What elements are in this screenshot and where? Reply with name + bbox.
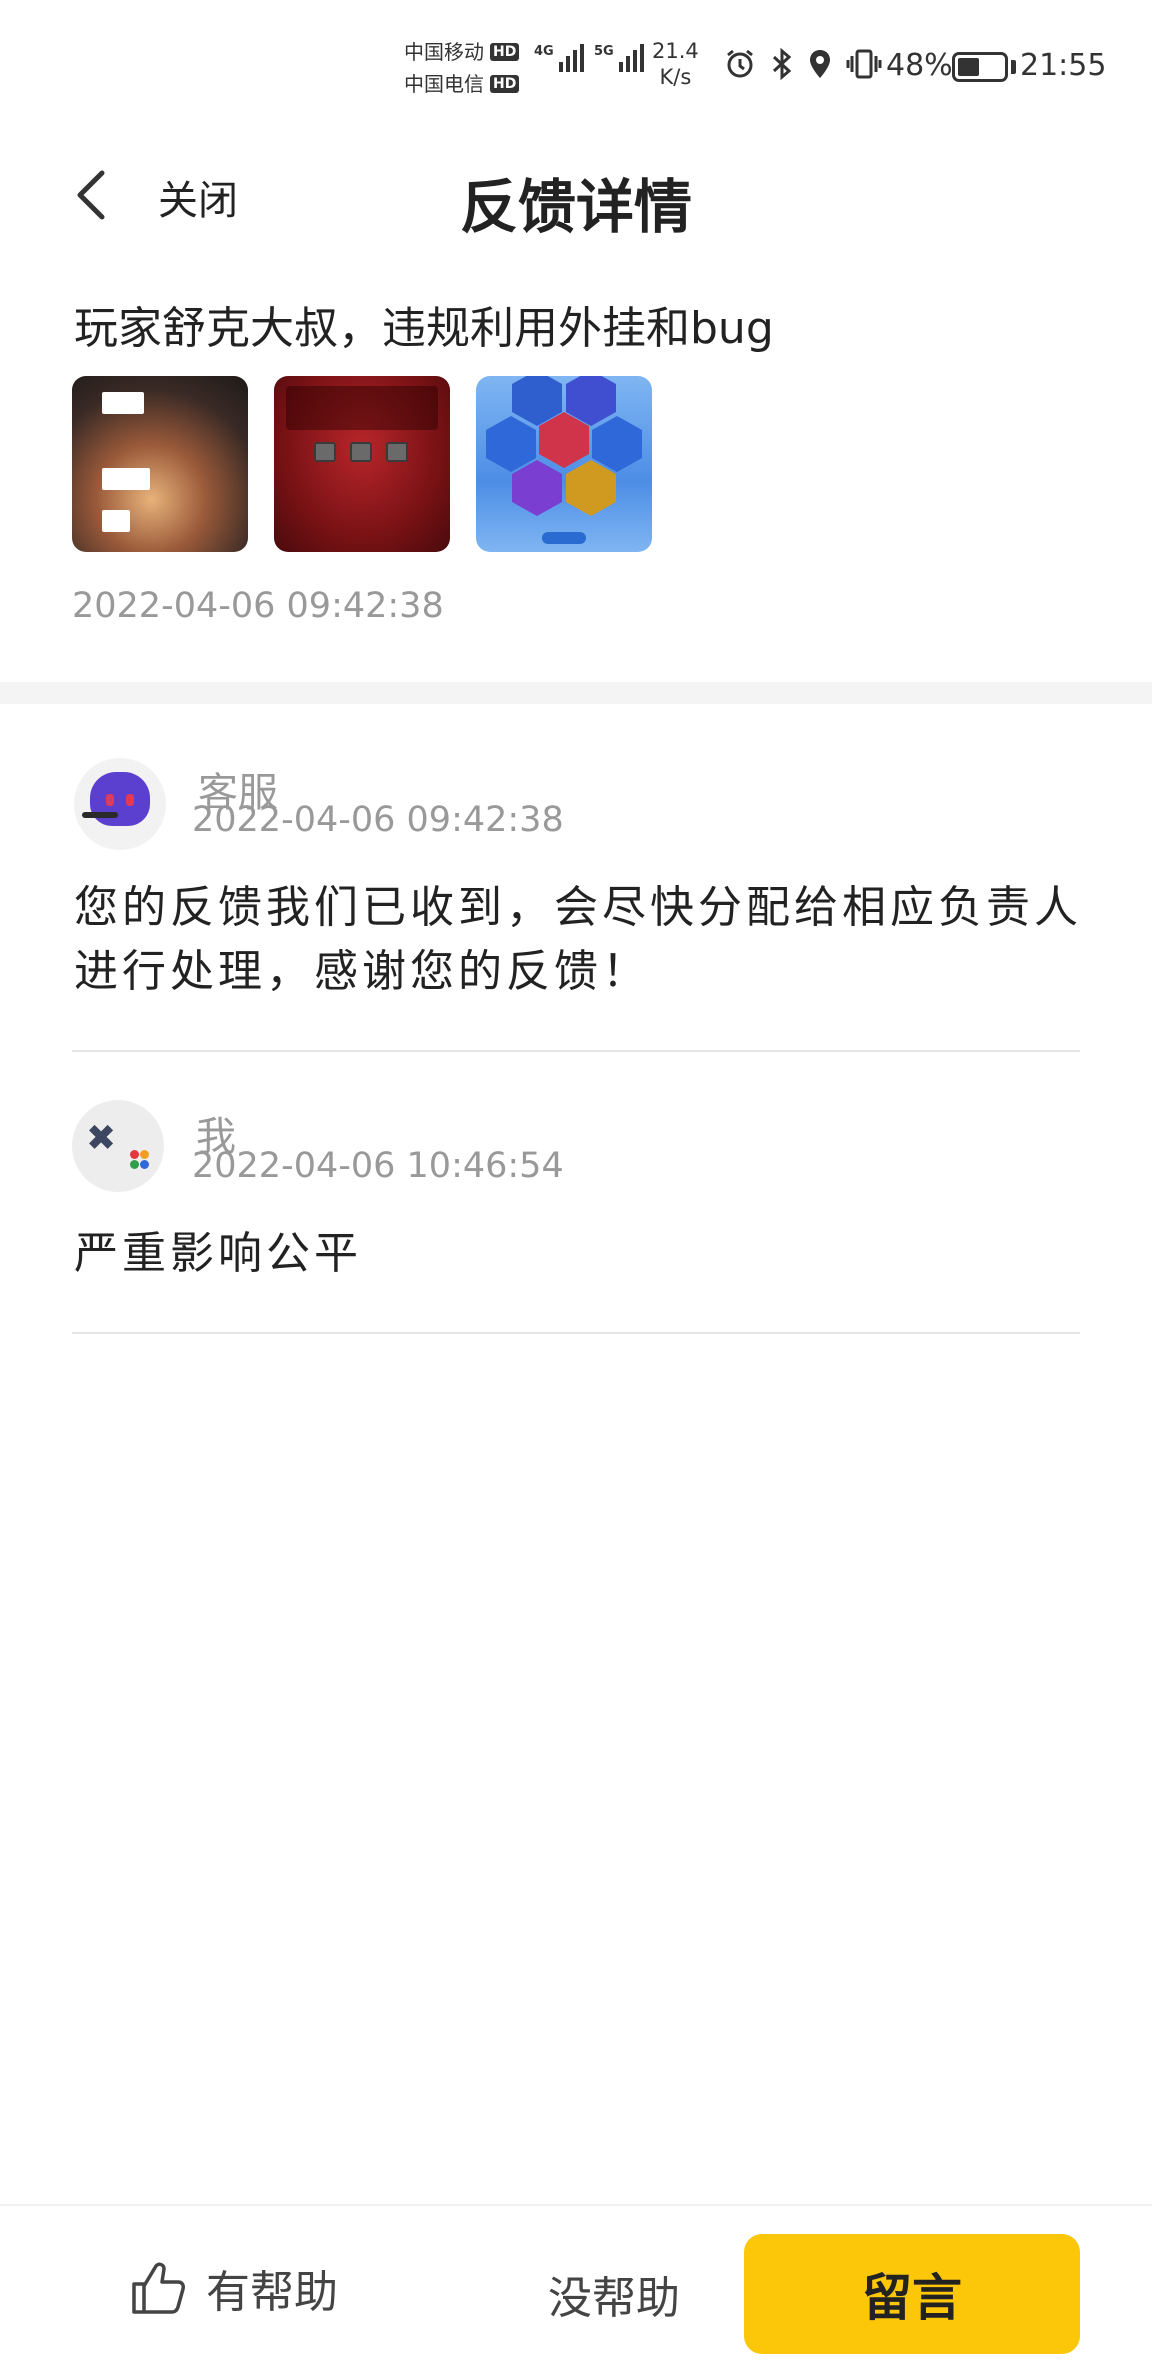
message-time: 2022-04-06 09:42:38 xyxy=(192,800,564,840)
carrier-2: 中国电信 xyxy=(404,72,484,96)
alarm-icon xyxy=(727,49,753,78)
message-body: 严重影响公平 xyxy=(74,1228,362,1279)
speed-value: 21.4 xyxy=(652,39,699,63)
comment-button[interactable]: 留言 xyxy=(744,2234,1080,2354)
battery-icon xyxy=(952,52,1008,82)
section-divider xyxy=(0,682,1152,704)
hd-badge: HD xyxy=(490,43,520,61)
thumbnail-image-1[interactable] xyxy=(72,376,248,552)
clock: 21:55 xyxy=(1020,48,1107,83)
speed-unit: K/s xyxy=(659,65,692,89)
battery-tip xyxy=(1011,60,1016,74)
carrier-info: 中国移动 HD 中国电信 HD xyxy=(404,36,520,100)
location-icon xyxy=(810,50,830,78)
divider xyxy=(72,1332,1080,1334)
header: 关闭 反馈详情 xyxy=(0,130,1152,260)
helpful-label: 有帮助 xyxy=(206,2267,338,2318)
thumbnail-list xyxy=(72,376,652,552)
thumbnail-image-3[interactable] xyxy=(476,376,652,552)
battery-percent: 48% xyxy=(886,48,953,83)
vibrate-icon xyxy=(846,49,882,79)
status-bar: 中国移动 HD 中国电信 HD 4G 5G 21.4 K/s 48% 21:55 xyxy=(0,0,1152,130)
bottom-bar: 有帮助 没帮助 留言 xyxy=(0,2204,1152,2376)
gamepad-icon: ✖ xyxy=(86,1118,117,1159)
network-type-2: 5G xyxy=(594,44,614,59)
helpful-button[interactable]: 有帮助 xyxy=(128,2256,338,2320)
message-body: 您的反馈我们已收到，会尽快分配给相应负责人进行处理，感谢您的反馈！ xyxy=(74,882,1082,997)
feedback-timestamp: 2022-04-06 09:42:38 xyxy=(72,586,444,626)
page-title: 反馈详情 xyxy=(459,173,692,241)
network-type-1: 4G xyxy=(534,44,554,59)
thumbnail-image-2[interactable] xyxy=(274,376,450,552)
headset-icon xyxy=(82,812,118,818)
signal-icon: 4G xyxy=(534,44,584,72)
carrier-1: 中国移动 xyxy=(404,40,484,64)
divider xyxy=(72,1050,1080,1052)
thumbs-up-icon xyxy=(132,2262,185,2314)
feedback-text: 玩家舒克大叔，违规利用外挂和bug xyxy=(74,303,774,354)
battery-fill xyxy=(958,58,980,76)
signal-icon: 5G xyxy=(594,44,644,72)
message-time: 2022-04-06 10:46:54 xyxy=(192,1146,564,1186)
avatar xyxy=(74,758,166,850)
status-icons xyxy=(724,48,882,80)
bluetooth-icon xyxy=(772,48,792,80)
unhelpful-button[interactable]: 没帮助 xyxy=(548,2262,680,2326)
network-speed: 21.4 K/s xyxy=(652,38,699,90)
avatar: ✖ xyxy=(72,1100,164,1192)
hd-badge: HD xyxy=(490,75,520,93)
